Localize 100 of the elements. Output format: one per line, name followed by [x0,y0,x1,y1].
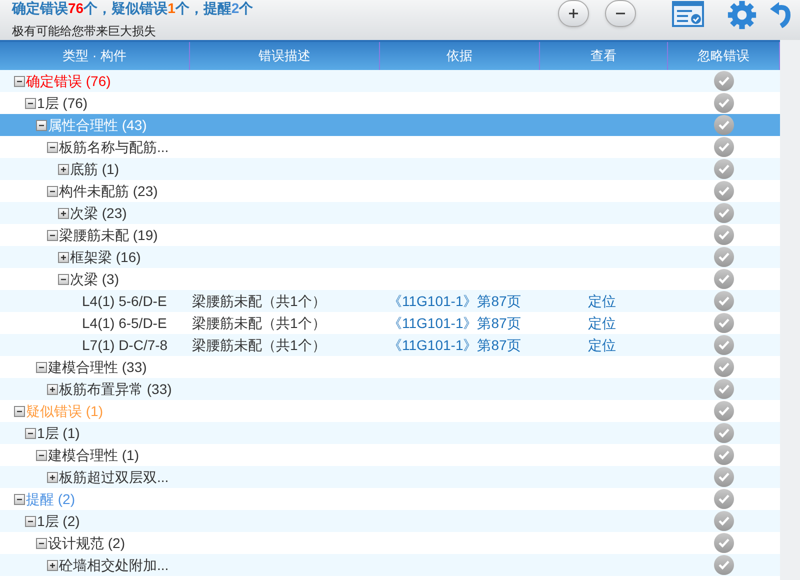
expand-icon[interactable] [58,164,69,174]
ignore-check-button[interactable] [714,467,734,487]
check-icon [718,164,730,174]
collapse-icon[interactable] [47,186,58,196]
tree-row[interactable]: 次梁 (23) [0,202,780,224]
collapse-icon[interactable] [36,362,47,372]
ignore-check-button[interactable] [714,291,734,311]
expand-icon[interactable] [47,472,58,482]
collapse-icon[interactable] [36,538,47,548]
ignore-check-button[interactable] [714,401,734,421]
tree-label: 提醒 (2) [26,490,75,509]
error-description: 梁腰筋未配（共1个） [191,336,327,354]
collapse-icon[interactable] [36,120,47,130]
check-icon [718,384,730,394]
ignore-check-button[interactable] [714,489,734,509]
ignore-check-button[interactable] [714,335,734,355]
tree-row[interactable]: 板筋超过双层双... [0,466,780,488]
tree-label: 板筋超过双层双... [59,468,169,486]
check-icon [718,98,730,108]
ignore-check-button[interactable] [714,203,734,223]
collapse-icon[interactable] [25,428,36,438]
check-icon [718,230,730,240]
collapse-icon[interactable] [47,230,58,240]
ignore-check-button[interactable] [714,93,734,113]
tree-row[interactable]: 框架梁 (16) [0,246,780,268]
collapse-icon[interactable] [47,142,58,152]
check-icon [718,274,730,284]
ignore-check-button[interactable] [714,137,734,157]
tree-label: 1层 (2) [37,512,80,531]
check-icon [718,560,730,570]
check-icon [718,120,730,130]
zoom-in-button[interactable] [558,0,589,27]
check-icon [718,538,730,548]
check-icon [718,318,730,328]
member-code: L4(1) 5-6/D-E [81,292,168,311]
collapse-icon[interactable] [25,98,36,108]
ignore-check-button[interactable] [714,225,734,245]
zoom-out-button[interactable] [605,0,636,27]
check-icon [718,296,730,306]
ignore-check-button[interactable] [714,159,734,179]
tree-label: 属性合理性 (43) [48,116,147,135]
expand-icon[interactable] [58,252,69,262]
locate-link[interactable]: 定位 [588,314,616,330]
tree-row[interactable]: 底筋 (1) [0,158,780,180]
locate-link[interactable]: 定位 [588,336,616,352]
undo-icon[interactable] [770,0,792,28]
tree-row[interactable]: 板筋布置异常 (33) [0,378,780,400]
tree-label: 砼墙相交处附加... [59,556,169,574]
ignore-check-button[interactable] [714,555,734,575]
tree-row[interactable]: 1层 (1) [0,422,780,444]
tree-row[interactable]: 确定错误 (76) [0,70,780,92]
ignore-check-button[interactable] [714,511,734,531]
ignore-check-button[interactable] [714,247,734,267]
ignore-check-button[interactable] [714,379,734,399]
collapse-icon[interactable] [14,76,25,86]
check-icon [718,406,730,416]
ignore-check-button[interactable] [714,269,734,289]
ignore-check-button[interactable] [714,115,734,135]
tree-label: 确定错误 (76) [26,72,111,91]
tree-label: 1层 (76) [37,94,88,113]
collapse-icon[interactable] [36,450,47,460]
ignore-check-button[interactable] [714,71,734,91]
ignore-check-button[interactable] [714,533,734,553]
collapse-icon[interactable] [14,494,25,504]
ignore-check-button[interactable] [714,313,734,333]
collapse-icon[interactable] [25,516,36,526]
tree-row[interactable]: 砼墙相交处附加... [0,554,780,576]
subtitle: 极有可能给您带来巨大损失 [12,24,157,38]
check-icon [718,450,730,460]
tree-label: 次梁 (3) [70,270,119,289]
collapse-icon[interactable] [58,274,69,284]
tree-label: 建模合理性 (1) [48,446,139,465]
locate-link[interactable]: 定位 [588,292,616,308]
ignore-check-button[interactable] [714,423,734,443]
check-icon [718,516,730,526]
basis-link[interactable]: 《11G101-1》第87页 [388,292,521,308]
report-icon[interactable] [672,1,704,27]
summary-title: 确定错误76个，疑似错误1个，提醒2个 [12,0,254,16]
tree-label: 底筋 (1) [70,160,119,179]
expand-icon[interactable] [58,208,69,218]
tree-row[interactable]: L7(1) D-C/7-8 梁腰筋未配（共1个） 《11G101-1》第87页 定位 [0,334,780,356]
ignore-check-button[interactable] [714,445,734,465]
error-description: 梁腰筋未配（共1个） [191,292,327,310]
check-icon [718,186,730,196]
tree-row[interactable]: L4(1) 5-6/D-E 梁腰筋未配（共1个） 《11G101-1》第87页 定位 [0,290,780,312]
tree-label: 板筋布置异常 (33) [59,380,172,399]
expand-icon[interactable] [47,560,58,570]
ignore-check-button[interactable] [714,357,734,377]
collapse-icon[interactable] [14,406,25,416]
ignore-check-button[interactable] [714,181,734,201]
tree-row[interactable]: 1层 (2) [0,510,780,532]
settings-icon[interactable] [726,0,758,30]
check-icon [718,362,730,372]
expand-icon[interactable] [47,384,58,394]
plus-icon [568,8,579,19]
tree-label: 疑似错误 (1) [26,402,103,421]
tree-label: 设计规范 (2) [48,534,125,553]
check-icon [718,494,730,504]
basis-link[interactable]: 《11G101-1》第87页 [388,336,521,352]
basis-link[interactable]: 《11G101-1》第87页 [388,314,521,330]
